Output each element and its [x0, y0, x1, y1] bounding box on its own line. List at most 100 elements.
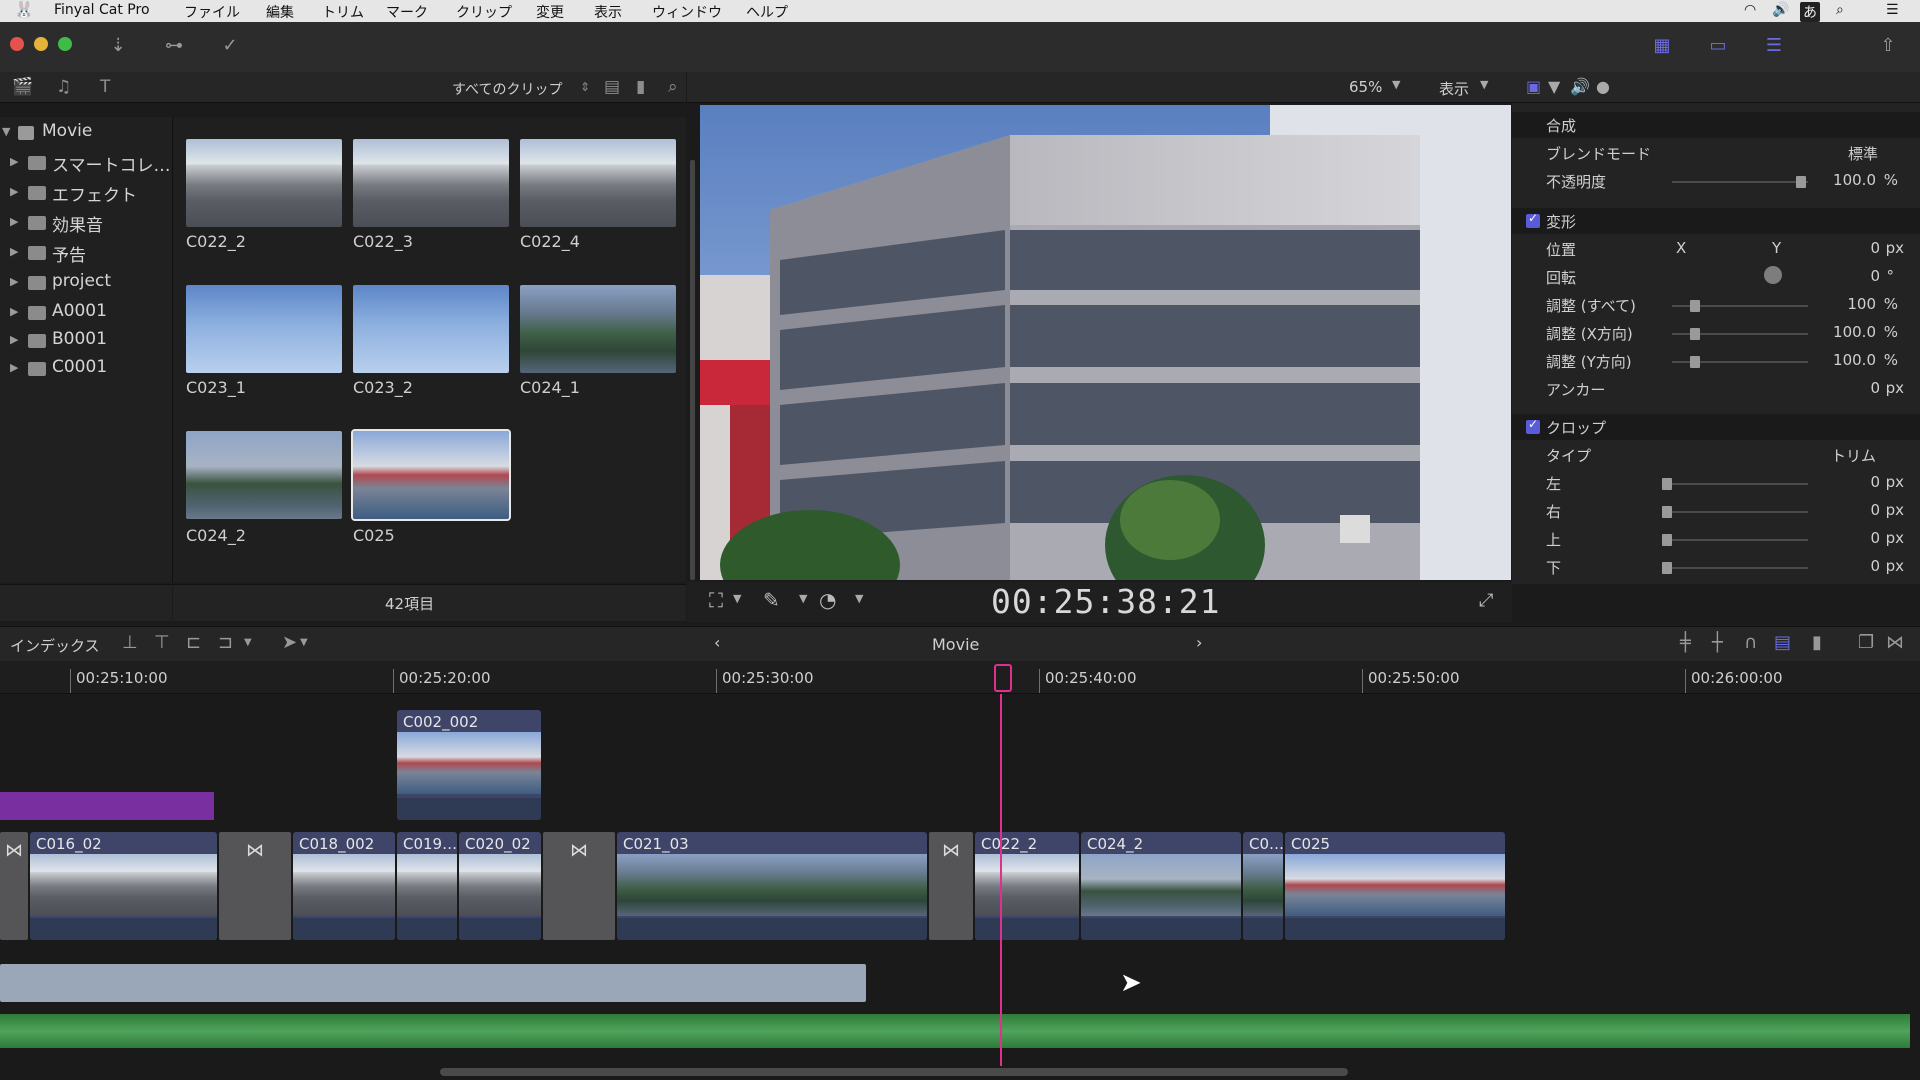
scale-x-row[interactable]: 調整 (X方向) 100.0%	[1512, 320, 1920, 346]
transitions-browser-icon[interactable]: ⋈	[1886, 632, 1904, 653]
disclosure-icon[interactable]: ▶	[10, 361, 18, 374]
scale-x-slider[interactable]	[1672, 328, 1808, 340]
position-row[interactable]: 位置 X Y 0 px	[1512, 236, 1920, 262]
notification-center-icon[interactable]: ☰	[1886, 2, 1899, 18]
layout-filmstrip-icon[interactable]: ▭	[1700, 34, 1736, 58]
filmstrip-settings-icon[interactable]: ▮	[636, 72, 645, 102]
slider-knob[interactable]	[1690, 328, 1700, 340]
timeline-clip[interactable]: C025	[1285, 832, 1505, 940]
share-icon[interactable]: ⇧	[1870, 34, 1906, 58]
background-tasks-icon[interactable]: ✓	[212, 34, 248, 58]
connected-clip[interactable]: C002_002	[397, 710, 541, 820]
slider-knob[interactable]	[1662, 506, 1672, 518]
volume-icon[interactable]: 🔊	[1772, 2, 1789, 18]
solo-icon[interactable]: ▤	[1774, 632, 1791, 653]
playhead[interactable]	[1000, 694, 1002, 1066]
section-transform[interactable]: 変形	[1512, 208, 1920, 234]
opacity-slider[interactable]	[1672, 176, 1808, 188]
rotation-value[interactable]: 0	[1870, 267, 1880, 285]
slider-knob[interactable]	[1662, 562, 1672, 574]
crop-top-value[interactable]: 0	[1870, 529, 1880, 547]
clip-thumbnail[interactable]	[353, 139, 509, 227]
transition[interactable]: ⋈	[543, 832, 615, 940]
slider-knob[interactable]	[1662, 534, 1672, 546]
scale-all-row[interactable]: 調整 (すべて) 100%	[1512, 292, 1920, 318]
browser-scrollbar[interactable]	[690, 160, 695, 580]
disclosure-icon[interactable]: ▶	[10, 305, 18, 318]
minimize-button[interactable]	[34, 37, 48, 51]
clip-thumbnail[interactable]	[186, 285, 342, 373]
titles-generators-icon[interactable]: T	[100, 72, 110, 102]
crop-left-row[interactable]: 左 0 px	[1512, 470, 1920, 496]
anchor-row[interactable]: アンカー 0 px	[1512, 376, 1920, 402]
app-menu[interactable]: Finyal Cat Pro	[54, 2, 150, 18]
index-button[interactable]: インデックス	[10, 635, 100, 656]
chevron-down-icon[interactable]: ▼	[855, 592, 863, 605]
snapping-icon[interactable]: ┼	[1712, 632, 1723, 653]
transition[interactable]: ⋈	[0, 832, 28, 940]
scale-y-slider[interactable]	[1672, 356, 1808, 368]
scale-x-value[interactable]: 100.0	[1833, 323, 1876, 341]
select-tool-icon[interactable]: ➤	[282, 632, 297, 653]
info-inspector-icon[interactable]: ●	[1596, 77, 1610, 96]
scale-all-value[interactable]: 100	[1847, 295, 1876, 313]
append-clip-icon[interactable]: ⊏	[186, 632, 201, 653]
audio-skimming-icon[interactable]: ∩	[1744, 632, 1757, 653]
crop-right-row[interactable]: 右 0 px	[1512, 498, 1920, 524]
opacity-row[interactable]: 不透明度 100.0%	[1512, 168, 1920, 194]
slider-knob[interactable]	[1690, 356, 1700, 368]
disclosure-icon[interactable]: ▶	[10, 245, 18, 258]
input-method-icon[interactable]: あ	[1800, 2, 1820, 22]
menu-view[interactable]: 表示	[594, 2, 622, 22]
chevron-down-icon[interactable]: ▼	[300, 637, 308, 648]
clip-thumbnail[interactable]	[186, 431, 342, 519]
disclosure-icon[interactable]: ▶	[10, 155, 18, 168]
disclosure-icon[interactable]: ▶	[10, 185, 18, 198]
playhead-handle[interactable]	[994, 664, 1012, 692]
chevron-down-icon[interactable]: ▼	[733, 592, 741, 605]
view-options-select[interactable]: 表示	[1439, 78, 1469, 99]
blend-mode-value[interactable]: 標準	[1848, 143, 1878, 164]
overwrite-clip-icon[interactable]: ⊐	[218, 632, 233, 653]
timeline-ruler[interactable]: 00:25:10:00 00:25:20:00 00:25:30:00 00:2…	[0, 661, 1920, 694]
effects-browser-icon[interactable]: ❐	[1858, 632, 1874, 653]
retime-speed-icon[interactable]: ◔	[819, 588, 836, 612]
chevron-down-icon[interactable]: ▼	[1392, 78, 1400, 91]
keyword-icon[interactable]: ⊶	[156, 34, 192, 58]
crop-left-value[interactable]: 0	[1870, 473, 1880, 491]
crop-right-slider[interactable]	[1662, 506, 1808, 518]
color-inspector-icon[interactable]: ▼	[1548, 77, 1560, 96]
transition[interactable]: ⋈	[219, 832, 291, 940]
close-button[interactable]	[10, 37, 24, 51]
crop-bottom-value[interactable]: 0	[1870, 557, 1880, 575]
position-value[interactable]: 0	[1870, 239, 1880, 257]
menu-mark[interactable]: マーク	[386, 2, 428, 22]
rotation-row[interactable]: 回転 0 °	[1512, 264, 1920, 290]
transform-tool-icon[interactable]: ⛶	[709, 588, 723, 612]
timecode-display[interactable]: 00:25:38:21	[991, 582, 1221, 621]
timeline-clip[interactable]: C0…	[1243, 832, 1283, 940]
connect-clip-icon[interactable]: ⊥	[122, 632, 138, 653]
timeline-scrollbar[interactable]	[440, 1068, 1348, 1076]
crop-left-slider[interactable]	[1662, 478, 1808, 490]
import-icon[interactable]: ⇣	[100, 34, 136, 58]
slider-knob[interactable]	[1796, 176, 1806, 188]
audio-clip[interactable]	[0, 964, 866, 1002]
menu-trim[interactable]: トリム	[322, 2, 364, 22]
clip-appearance-icon[interactable]: ▤	[604, 72, 620, 102]
crop-type-value[interactable]: トリム	[1831, 445, 1876, 466]
chevron-down-icon[interactable]: ▼	[244, 637, 252, 648]
crop-top-slider[interactable]	[1662, 534, 1808, 546]
crop-bottom-row[interactable]: 下 0 px	[1512, 554, 1920, 580]
clip-thumbnail[interactable]	[186, 139, 342, 227]
section-composite[interactable]: 合成	[1512, 112, 1920, 138]
clip-thumbnail[interactable]	[520, 285, 676, 373]
history-back-icon[interactable]: ‹	[714, 633, 720, 652]
app-logo-icon[interactable]: 🐰	[14, 0, 34, 19]
scale-all-slider[interactable]	[1672, 300, 1808, 312]
disclosure-open-icon[interactable]: ▼	[2, 125, 10, 138]
section-crop[interactable]: クロップ	[1512, 414, 1920, 440]
clip-thumbnail[interactable]	[520, 139, 676, 227]
clip-thumbnail[interactable]	[353, 285, 509, 373]
enhance-wand-icon[interactable]: ✎	[763, 588, 780, 612]
